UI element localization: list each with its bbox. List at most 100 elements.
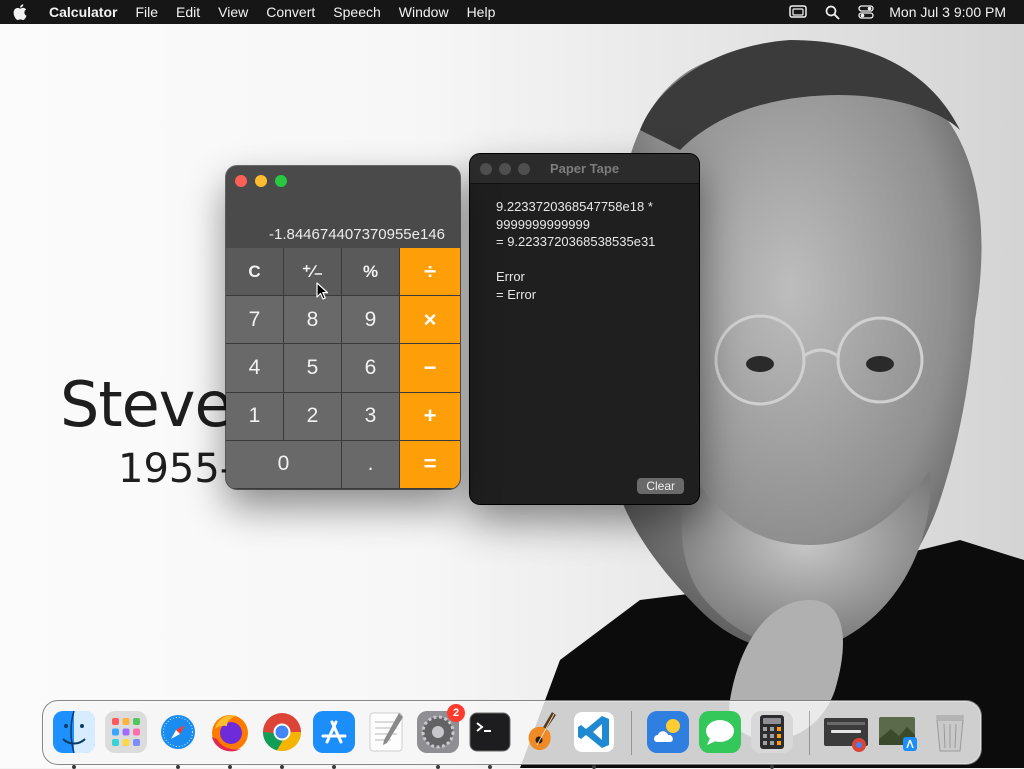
menu-app-name[interactable]: Calculator <box>40 0 126 24</box>
dock-terminal[interactable] <box>467 709 513 769</box>
digit-3-button[interactable]: 3 <box>342 392 400 441</box>
weather-icon <box>647 711 689 753</box>
tape-line: = 9.2233720368538535e31 <box>496 234 656 249</box>
digit-6-button[interactable]: 6 <box>342 344 400 393</box>
digit-9-button[interactable]: 9 <box>342 296 400 345</box>
spotlight-search-icon[interactable] <box>815 0 849 24</box>
multiply-button[interactable]: × <box>400 296 460 345</box>
running-indicator <box>280 765 284 769</box>
dock-messages[interactable] <box>697 709 743 755</box>
mouse-pointer-icon <box>316 282 329 300</box>
running-indicator <box>488 765 492 769</box>
sign-toggle-button[interactable]: ⁺∕₋ <box>284 248 342 297</box>
launchpad-icon <box>105 711 147 753</box>
percent-button[interactable]: % <box>342 248 400 297</box>
paper-tape-window: Paper Tape 9.2233720368547758e18 * 99999… <box>470 154 699 504</box>
app-store-icon <box>313 711 355 753</box>
menu-speech[interactable]: Speech <box>324 0 389 24</box>
menu-help[interactable]: Help <box>458 0 505 24</box>
digit-8-button[interactable]: 8 <box>284 296 342 345</box>
running-indicator <box>592 765 596 769</box>
dock-weather[interactable] <box>645 709 691 755</box>
firefox-icon <box>212 715 248 752</box>
running-indicator <box>770 765 774 769</box>
digit-1-button[interactable]: 1 <box>226 392 284 441</box>
dock-finder[interactable] <box>51 709 97 769</box>
apple-menu-icon[interactable] <box>0 0 40 24</box>
tape-line: Error <box>496 269 525 284</box>
paper-tape-title: Paper Tape <box>549 161 620 176</box>
dock-app-store[interactable] <box>311 709 357 769</box>
dock-preview-window[interactable] <box>875 709 921 755</box>
dock-chrome-window[interactable] <box>823 709 869 755</box>
dock: 2 <box>42 700 982 769</box>
dock-launchpad[interactable] <box>103 709 149 755</box>
chrome-window-thumbnail-icon <box>824 718 868 752</box>
dock-calculator[interactable] <box>749 709 795 769</box>
dock-trash[interactable] <box>927 709 973 755</box>
equals-button[interactable]: = <box>400 440 460 489</box>
terminal-icon <box>469 712 511 752</box>
trash-icon <box>936 715 964 752</box>
add-button[interactable]: + <box>400 392 460 441</box>
running-indicator <box>436 765 440 769</box>
preview-thumbnail-icon <box>879 717 917 751</box>
dock-garageband[interactable] <box>519 709 565 755</box>
control-center-icon[interactable] <box>849 0 883 24</box>
menu-clock[interactable]: Mon Jul 3 9:00 PM <box>883 4 1024 20</box>
paper-tape-titlebar[interactable]: Paper Tape <box>470 154 699 184</box>
vscode-icon <box>574 712 614 752</box>
safari-icon <box>157 711 199 753</box>
running-indicator <box>72 765 76 769</box>
messages-icon <box>699 711 741 753</box>
dock-system-settings[interactable]: 2 <box>415 704 465 769</box>
digit-7-button[interactable]: 7 <box>226 296 284 345</box>
chrome-icon <box>263 713 301 751</box>
finder-icon <box>53 710 95 754</box>
dock-vscode[interactable] <box>571 709 617 769</box>
digit-4-button[interactable]: 4 <box>226 344 284 393</box>
clear-tape-button[interactable]: Clear <box>637 478 684 494</box>
digit-2-button[interactable]: 2 <box>284 392 342 441</box>
menu-bar: Calculator File Edit View Convert Speech… <box>0 0 1024 24</box>
decimal-button[interactable]: . <box>342 440 400 489</box>
menu-convert[interactable]: Convert <box>257 0 324 24</box>
menu-file[interactable]: File <box>126 0 167 24</box>
calculator-window: -1.844674407370955e146 C ⁺∕₋ % ÷ 7 8 9 ×… <box>226 166 460 489</box>
running-indicator <box>228 765 232 769</box>
zoom-window-button[interactable] <box>275 175 287 187</box>
wallpaper-name-text: Steve <box>60 368 233 441</box>
divide-button[interactable]: ÷ <box>400 248 460 297</box>
dock-separator <box>809 711 810 755</box>
dock-chrome[interactable] <box>259 709 305 769</box>
digit-5-button[interactable]: 5 <box>284 344 342 393</box>
tape-line: 9.2233720368547758e18 * <box>496 199 653 214</box>
screen-mirroring-icon[interactable] <box>781 0 815 24</box>
subtract-button[interactable]: − <box>400 344 460 393</box>
dock-separator <box>631 711 632 755</box>
menu-edit[interactable]: Edit <box>167 0 209 24</box>
textedit-icon <box>369 712 403 752</box>
dock-safari[interactable] <box>155 709 201 769</box>
paper-tape-content: 9.2233720368547758e18 * 9999999999999 = … <box>496 198 655 303</box>
digit-0-button[interactable]: 0 <box>226 440 342 489</box>
minimize-window-button[interactable] <box>255 175 267 187</box>
close-window-button[interactable] <box>235 175 247 187</box>
menu-view[interactable]: View <box>209 0 257 24</box>
tape-line: = Error <box>496 286 537 302</box>
running-indicator <box>176 765 180 769</box>
tape-line <box>496 251 655 269</box>
dock-textedit[interactable] <box>363 709 409 755</box>
dock-firefox[interactable] <box>207 709 253 769</box>
calculator-display: -1.844674407370955e146 <box>268 226 445 243</box>
notification-badge: 2 <box>447 704 465 722</box>
clear-button[interactable]: C <box>226 248 284 297</box>
garageband-icon <box>528 712 556 751</box>
tape-line: 9999999999999 <box>496 216 590 232</box>
calculator-icon <box>751 711 793 753</box>
running-indicator <box>332 765 336 769</box>
wallpaper-years-text: 1955- <box>118 446 235 492</box>
menu-extras: Mon Jul 3 9:00 PM <box>781 0 1024 24</box>
menu-window[interactable]: Window <box>390 0 458 24</box>
calculator-keypad: C ⁺∕₋ % ÷ 7 8 9 × 4 5 6 − 1 2 3 + 0 . = <box>226 248 460 489</box>
